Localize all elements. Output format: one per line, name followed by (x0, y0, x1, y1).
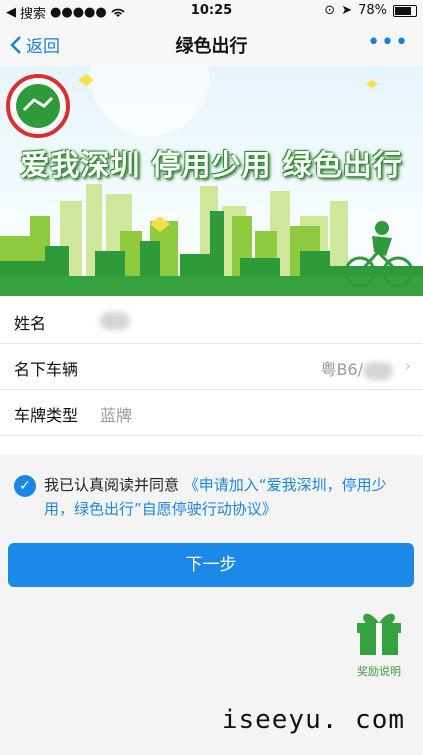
agreement-prefix: 我已认真阅读并同意 (44, 476, 180, 494)
back-label: 返回 (26, 37, 60, 57)
agree-checkbox[interactable]: ✓ (14, 475, 36, 497)
page-title: 绿色出行 (175, 36, 248, 57)
vehicle-value: 粤B6/ (320, 356, 393, 380)
plate-type-row: 车牌类型 蓝牌 (0, 390, 423, 436)
chevron-left-icon (10, 35, 21, 54)
battery-icon (393, 4, 417, 17)
gift-icon (357, 613, 401, 655)
more-options-button[interactable]: ••• (367, 30, 409, 55)
back-button[interactable]: 返回 (10, 32, 60, 57)
plate-type-label: 车牌类型 (14, 406, 79, 425)
agreement-section: ✓ 我已认真阅读并同意 《申请加入“爱我深圳，停用少用，绿色出行”自愿停驶行动协… (0, 455, 423, 755)
status-bar: ◀ 搜索 ●●●●● 10:25 ⊙ ➤ 78% (0, 0, 423, 22)
name-row: 姓名 (0, 298, 423, 344)
location-icon: ➤ (341, 3, 353, 18)
battery-percent: 78% (358, 3, 387, 18)
plate-type-value: 蓝牌 (100, 406, 133, 425)
next-step-button[interactable]: 下一步 (8, 543, 414, 587)
vehicle-row[interactable]: 名下车辆 粤B6/ › (0, 344, 423, 390)
chevron-right-icon: › (404, 356, 411, 375)
agreement: ✓ 我已认真阅读并同意 《申请加入“爱我深圳，停用少用，绿色出行”自愿停驶行动协… (14, 473, 408, 521)
name-value-redacted (100, 310, 130, 330)
info-form: 姓名 名下车辆 粤B6/ › 车牌类型 蓝牌 (0, 298, 423, 436)
reward-info-button[interactable]: 奖励说明 (350, 605, 408, 679)
reward-label: 奖励说明 (357, 665, 401, 678)
campaign-banner: 爱我深圳 停用少用 绿色出行 (0, 66, 423, 296)
rotation-lock-icon: ⊙ (324, 3, 336, 18)
name-label: 姓名 (14, 314, 47, 333)
navigation-bar: 返回 绿色出行 ••• (0, 22, 423, 67)
green-travel-logo (6, 74, 70, 138)
watermark: iseeyu. com (221, 705, 405, 735)
banner-headline: 爱我深圳 停用少用 绿色出行 (20, 148, 403, 182)
vehicle-label: 名下车辆 (14, 360, 79, 379)
